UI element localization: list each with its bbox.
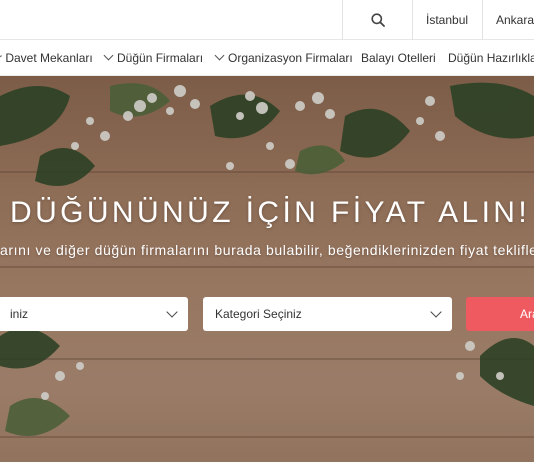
- hero-title-text: DÜĞÜNÜNÜZ İÇİN FİYAT ALIN!: [10, 196, 531, 229]
- search-submit-label: Ara: [520, 307, 534, 321]
- hero-subtitle: arını ve diğer düğün firmalarını burada …: [0, 242, 534, 258]
- city-link-istanbul[interactable]: İstanbul: [426, 0, 468, 40]
- nav-item-davet-mekanlari[interactable]: r Davet Mekanları: [0, 40, 93, 75]
- chevron-down-icon: [430, 306, 442, 318]
- nav-item-label: r Davet Mekanları: [0, 51, 93, 65]
- main-nav: r Davet Mekanları Düğün Firmaları Organi…: [0, 40, 534, 76]
- hero-banner: DÜĞÜNÜNÜZ İÇİN FİYAT ALIN! arını ve diğe…: [0, 76, 534, 462]
- chevron-down-icon: [214, 50, 225, 61]
- nav-item-label: Balayı Otelleri: [361, 51, 436, 65]
- nav-item-dugun-hazirliklari[interactable]: Düğün Hazırlıkları: [448, 40, 534, 75]
- nav-item-balayi-otelleri[interactable]: Balayı Otelleri: [361, 40, 436, 75]
- city-link-ankara[interactable]: Ankara: [496, 0, 534, 40]
- header-divider: [482, 0, 483, 40]
- nav-item-organizasyon-firmalari[interactable]: Organizasyon Firmaları: [214, 40, 353, 75]
- chevron-down-icon: [166, 306, 178, 318]
- location-select-value: iniz: [10, 307, 29, 321]
- nav-item-label: Düğün Firmaları: [117, 51, 204, 65]
- nav-item-label: Düğün Hazırlıkları: [448, 51, 534, 65]
- search-submit-button[interactable]: Ara: [466, 297, 534, 331]
- nav-item-dugun-firmalari[interactable]: Düğün Firmaları: [103, 40, 204, 75]
- search-icon: [370, 13, 385, 27]
- header-divider: [412, 0, 413, 40]
- nav-item-label: Organizasyon Firmaları: [228, 51, 353, 65]
- category-select[interactable]: Kategori Seçiniz: [203, 297, 452, 331]
- location-select[interactable]: iniz: [0, 297, 188, 331]
- category-select-value: Kategori Seçiniz: [215, 307, 302, 321]
- chevron-down-icon: [103, 50, 114, 61]
- hero-overlay: [0, 76, 534, 462]
- top-header: İstanbul Ankara: [0, 0, 534, 40]
- search-button[interactable]: [343, 0, 412, 40]
